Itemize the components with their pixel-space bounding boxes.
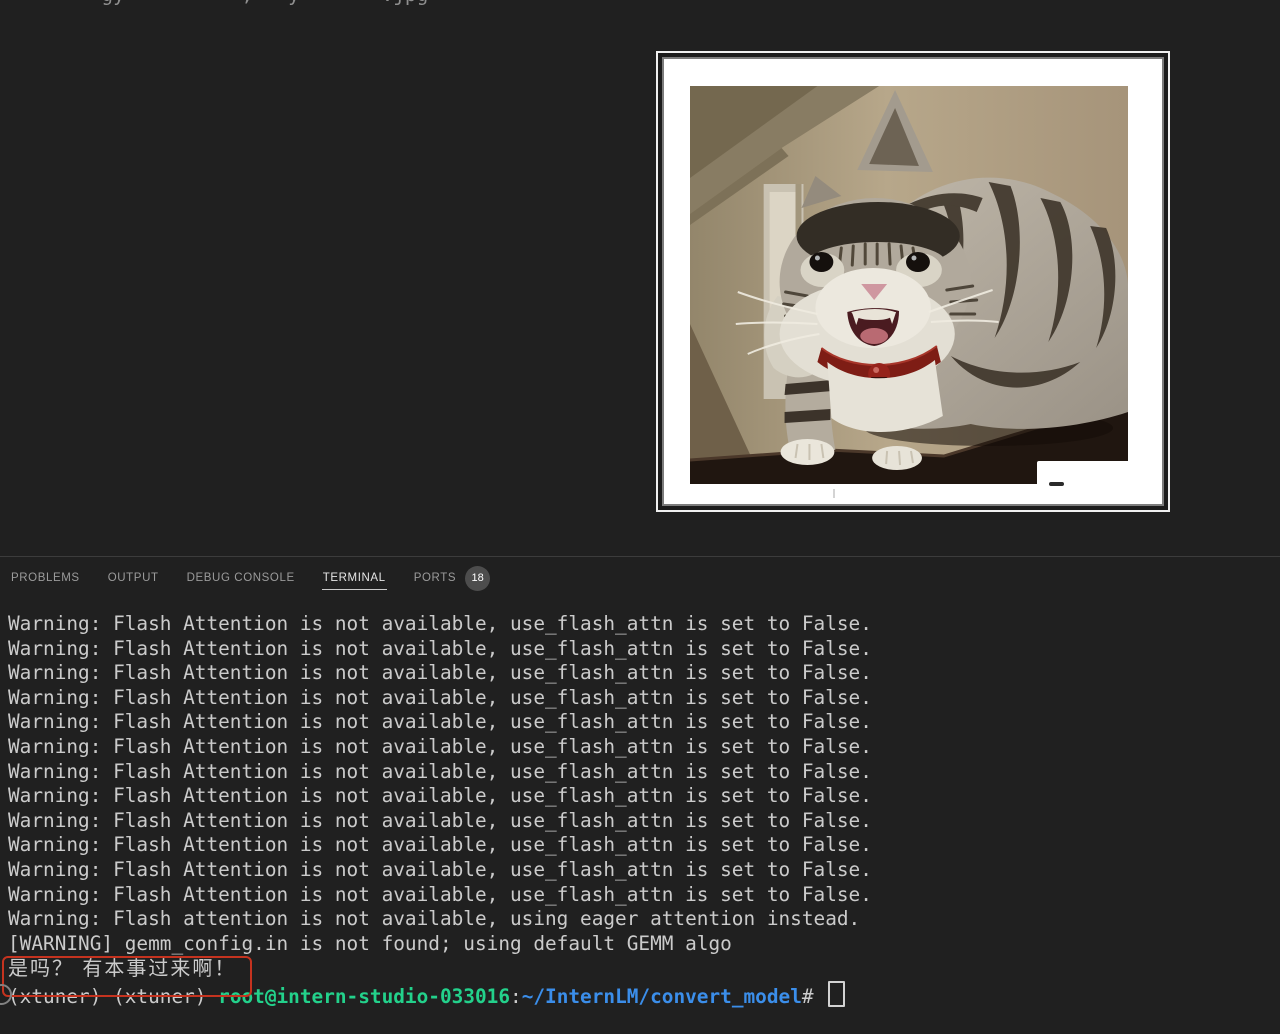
tab-problems[interactable]: PROBLEMS (10, 566, 81, 590)
terminal-warning-line: Warning: Flash Attention is not availabl… (8, 710, 1272, 735)
ports-count-badge: 18 (465, 566, 490, 591)
cat-photo (690, 86, 1128, 484)
terminal-warning-line: Warning: Flash Attention is not availabl… (8, 883, 1272, 908)
prompt-colon: : (510, 985, 522, 1008)
prompt-env: (xtuner) (xtuner) (8, 985, 218, 1008)
terminal-warning-line: Warning: Flash Attention is not availabl… (8, 760, 1272, 785)
photo-white-matte (662, 57, 1164, 506)
terminal-output[interactable]: Warning: Flash Attention is not availabl… (8, 612, 1272, 1006)
matte-tick-mark (833, 489, 835, 498)
prompt-hash: # (802, 985, 825, 1008)
terminal-warning-line: Warning: Flash Attention is not availabl… (8, 735, 1272, 760)
watermark-smudge (1049, 482, 1064, 486)
tab-ports-label: PORTS (414, 572, 456, 584)
terminal-prompt-line: (xtuner) (xtuner) root@intern-studio-033… (8, 981, 1272, 1006)
terminal-warning-line: Warning: Flash Attention is not availabl… (8, 784, 1272, 809)
terminal-gemm-line: [WARNING] gemm_config.in is not found; u… (8, 932, 1272, 957)
tab-terminal[interactable]: TERMINAL (322, 566, 387, 590)
terminal-warning-line: Warning: Flash Attention is not availabl… (8, 661, 1272, 686)
panel-tab-bar: PROBLEMS OUTPUT DEBUG CONSOLE TERMINAL P… (10, 562, 491, 594)
terminal-warning-line: Warning: Flash Attention is not availabl… (8, 637, 1272, 662)
tab-output[interactable]: OUTPUT (107, 566, 160, 590)
tab-ports[interactable]: PORTS 18 (413, 560, 491, 597)
clipped-top-text: gy , y .jpg (8, 0, 428, 6)
terminal-warning-line: Warning: Flash Attention is not availabl… (8, 612, 1272, 637)
terminal-warning-line: Warning: Flash Attention is not availabl… (8, 858, 1272, 883)
prompt-user-host: root@intern-studio-033016 (218, 985, 510, 1008)
tab-debug-console[interactable]: DEBUG CONSOLE (186, 566, 296, 590)
terminal-cursor[interactable] (828, 981, 845, 1007)
prompt-working-dir: ~/InternLM/convert_model (522, 985, 802, 1008)
terminal-warning-line: Warning: Flash Attention is not availabl… (8, 809, 1272, 834)
image-preview-frame (656, 51, 1170, 512)
terminal-warning-line: Warning: Flash Attention is not availabl… (8, 686, 1272, 711)
warning-lines: Warning: Flash Attention is not availabl… (8, 612, 1272, 907)
terminal-eager-line: Warning: Flash attention is not availabl… (8, 907, 1272, 932)
terminal-warning-line: Warning: Flash Attention is not availabl… (8, 833, 1272, 858)
panel-divider (0, 556, 1280, 557)
model-reply-line: 是吗？ 有本事过来啊！ (8, 956, 1272, 981)
watermark-cover-patch (1037, 461, 1135, 489)
